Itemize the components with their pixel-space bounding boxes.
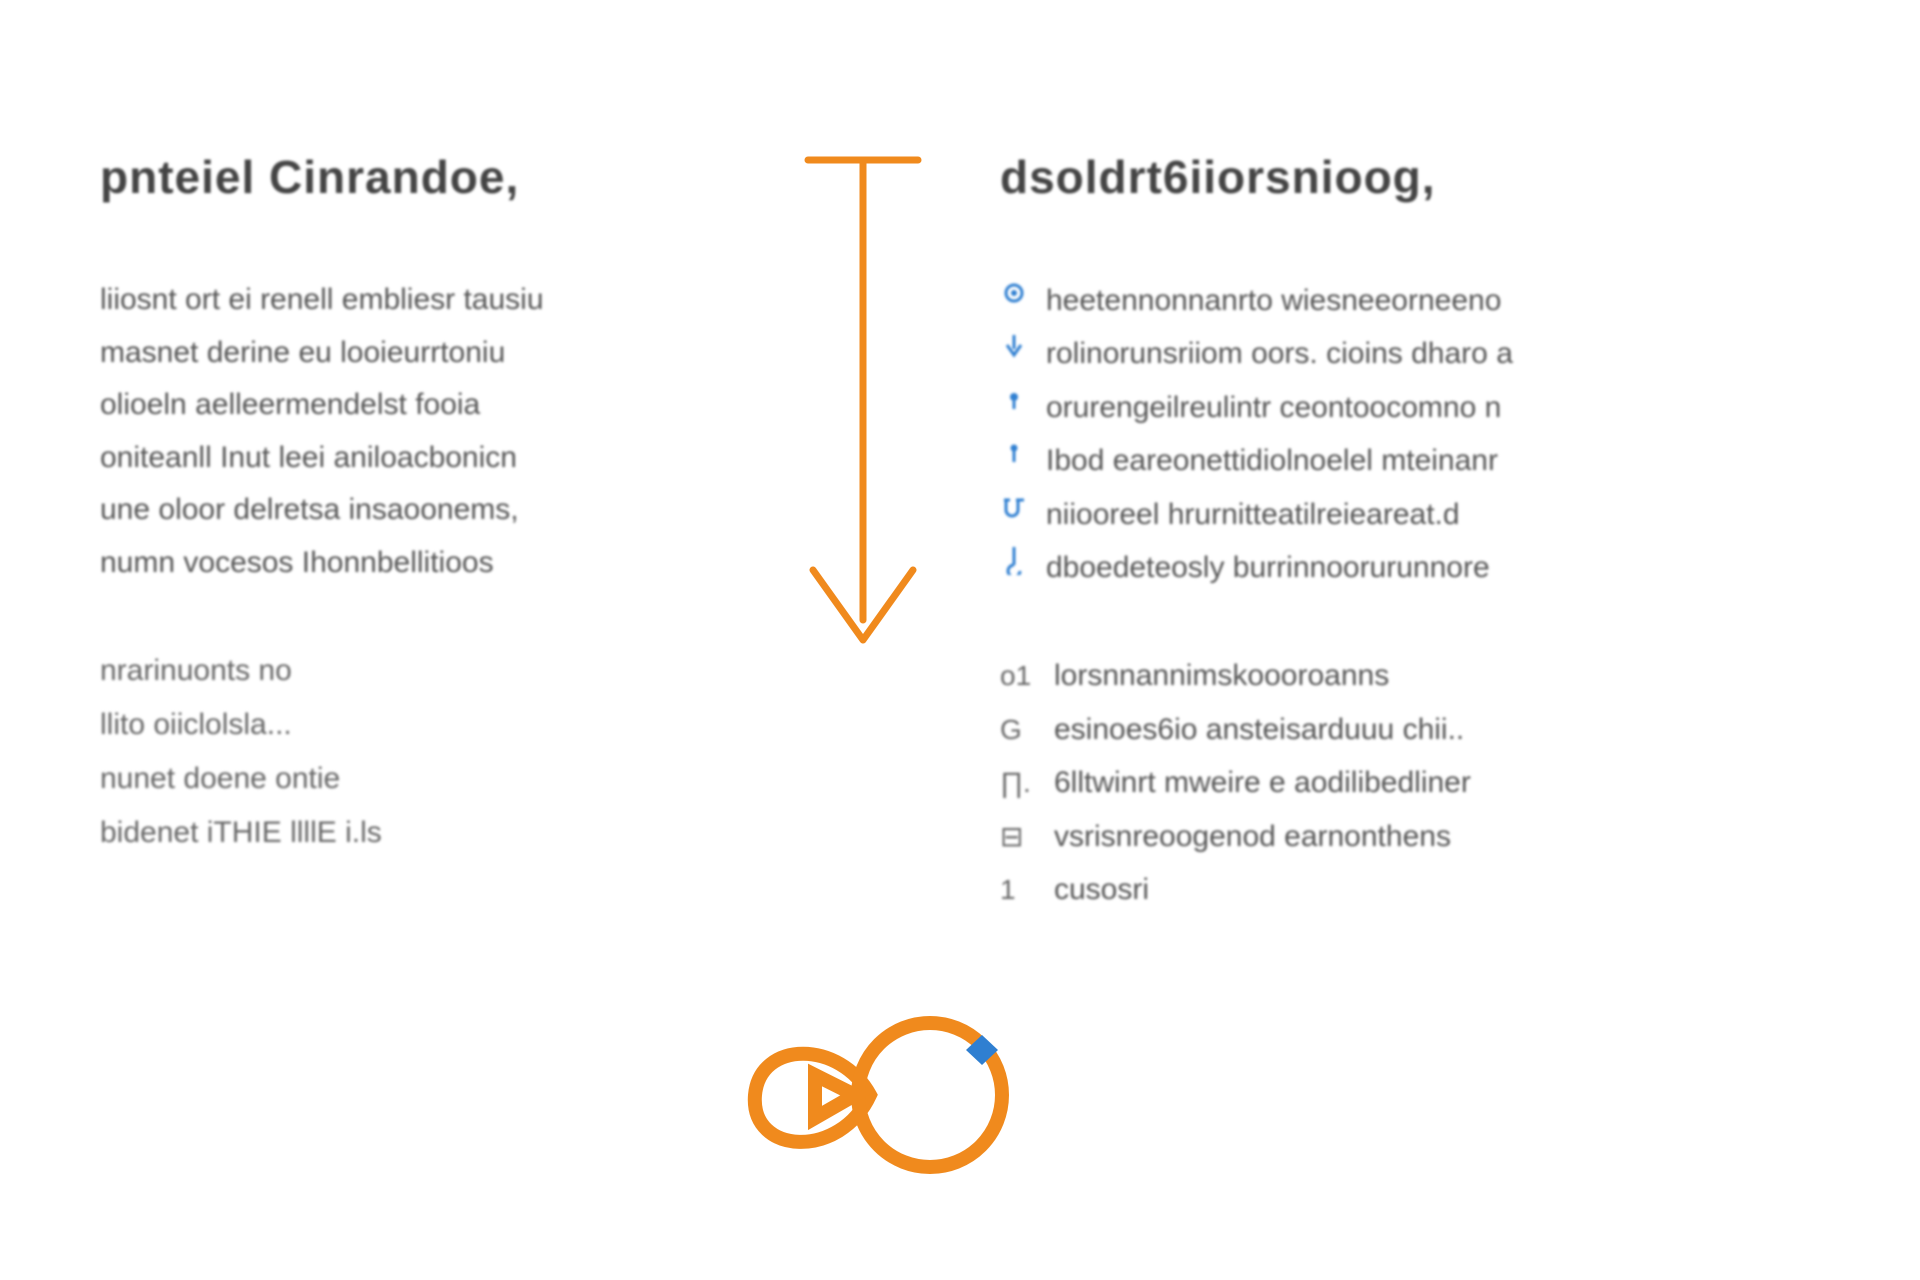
left-sub-line: bidenet iTHIE llllE i.ls xyxy=(100,806,740,860)
list-item-text: niiooreel hrurnitteatilreieareat.d xyxy=(1046,488,1460,541)
list-item-text: esinoes6io ansteisarduuu chii.. xyxy=(1054,703,1464,756)
left-heading: pnteiel Cinrandoe, xyxy=(100,150,740,204)
list-marker: 1 xyxy=(1000,865,1036,915)
bullet-icon xyxy=(1000,330,1028,362)
left-sub-line: llito oiiclolsla... xyxy=(100,698,740,752)
left-para-line: masnet derine eu looieurrtoniu xyxy=(100,327,740,380)
left-column: pnteiel Cinrandoe, liiosnt ort ei renell… xyxy=(100,150,740,860)
diagram-canvas: pnteiel Cinrandoe, liiosnt ort ei renell… xyxy=(0,0,1920,1280)
bullet-icon xyxy=(1000,277,1028,309)
left-para-line: numn vocesos Ihonnbellitioos xyxy=(100,537,740,590)
list-item-text: cusosri xyxy=(1054,863,1149,916)
right-bullet-list: heetennonnanrto wiesneeorneeno rolinorun… xyxy=(1000,274,1820,594)
right-secondary-list: o1 lorsnnannimskoooroanns G esinoes6io a… xyxy=(1000,649,1820,916)
bullet-icon xyxy=(1000,544,1028,576)
list-item: o1 lorsnnannimskoooroanns xyxy=(1000,649,1820,702)
list-marker: o1 xyxy=(1000,651,1036,701)
list-item: Ibod eareonettidiolnoelel mteinanr xyxy=(1000,434,1820,487)
left-para-line: oniteanll Inut leei aniloacbonicn xyxy=(100,432,740,485)
left-sublines: nrarinuonts no llito oiiclolsla... nunet… xyxy=(100,644,740,860)
list-item: rolinorunsriiom oors. cioins dharo a xyxy=(1000,327,1820,380)
list-item-text: lorsnnannimskoooroanns xyxy=(1054,649,1389,702)
list-item-text: heetennonnanrto wiesneeorneeno xyxy=(1046,274,1501,327)
bullet-icon xyxy=(1000,384,1028,416)
list-item: 1 cusosri xyxy=(1000,863,1820,916)
bullet-icon xyxy=(1000,437,1028,469)
list-item-text: 6lltwinrt mweire e aodilibedliner xyxy=(1054,756,1471,809)
left-para-line: liiosnt ort ei renell embliesr tausiu xyxy=(100,274,740,327)
list-item: niiooreel hrurnitteatilreieareat.d xyxy=(1000,488,1820,541)
list-item: dboedeteosly burrinnoorurunnore xyxy=(1000,541,1820,594)
list-item-text: orurengeilreulintr ceontoocomno n xyxy=(1046,381,1501,434)
list-item: ⊟ vsrisnreoogenod earnonthens xyxy=(1000,810,1820,863)
left-para-line: une oloor delretsa insaoonems, xyxy=(100,484,740,537)
down-arrow-icon xyxy=(788,150,938,670)
list-marker: ⊟ xyxy=(1000,812,1036,862)
left-para-line: olioeln aelleermendelst fooia xyxy=(100,379,740,432)
infinity-knot-icon xyxy=(720,1000,1020,1190)
list-item-text: dboedeteosly burrinnoorurunnore xyxy=(1046,541,1490,594)
list-item-text: Ibod eareonettidiolnoelel mteinanr xyxy=(1046,434,1498,487)
right-column: dsoldrt6iiorsnioog, heetennonnanrto wies… xyxy=(1000,150,1820,916)
list-item-text: rolinorunsriiom oors. cioins dharo a xyxy=(1046,327,1513,380)
left-paragraph: liiosnt ort ei renell embliesr tausiu ma… xyxy=(100,274,740,589)
bullet-icon xyxy=(1000,491,1028,523)
list-item: heetennonnanrto wiesneeorneeno xyxy=(1000,274,1820,327)
left-sub-line: nunet doene ontie xyxy=(100,752,740,806)
left-sub-line: nrarinuonts no xyxy=(100,644,740,698)
list-item: ∏. 6lltwinrt mweire e aodilibedliner xyxy=(1000,756,1820,809)
list-marker: ∏. xyxy=(1000,758,1036,808)
list-marker: G xyxy=(1000,705,1036,755)
right-heading: dsoldrt6iiorsnioog, xyxy=(1000,150,1820,204)
list-item-text: vsrisnreoogenod earnonthens xyxy=(1054,810,1451,863)
list-item: orurengeilreulintr ceontoocomno n xyxy=(1000,381,1820,434)
list-item: G esinoes6io ansteisarduuu chii.. xyxy=(1000,703,1820,756)
